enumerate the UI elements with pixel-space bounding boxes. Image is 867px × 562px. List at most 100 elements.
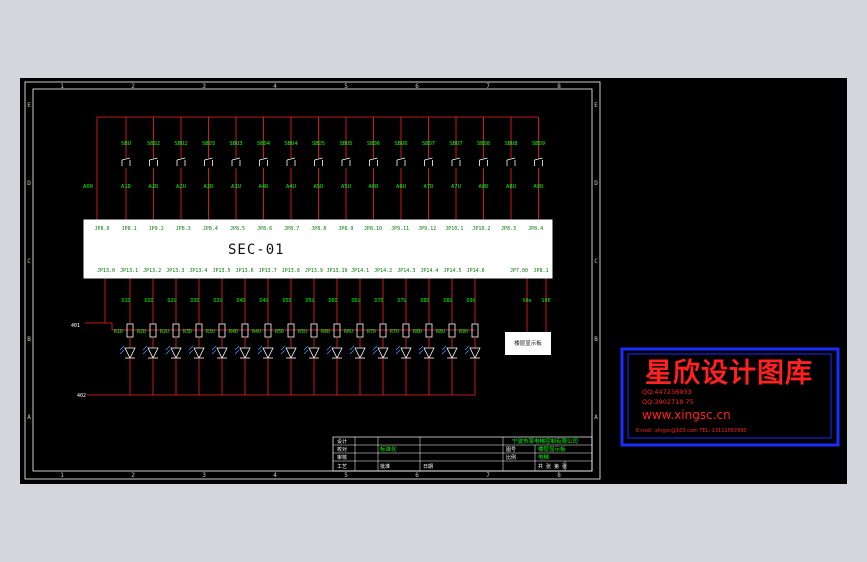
zone-top-3: 4 [273, 83, 277, 90]
button-label-0: SBU [121, 141, 131, 147]
resistor-label-11: R7D [367, 329, 376, 335]
bus-label-401: 401 [71, 323, 80, 329]
zone-bottom-3: 4 [273, 472, 277, 479]
zone-top-6: 7 [486, 83, 490, 90]
bottom-pin-1: JP13.1 [120, 268, 138, 274]
bottom-pin-10: JP13.10 [326, 268, 347, 274]
zone-top-1: 2 [131, 83, 135, 90]
zone-top-0: 1 [60, 83, 64, 90]
bottom-pin-3: JP13.3 [166, 268, 184, 274]
zone-left-0: E [27, 102, 31, 109]
top-pin-0: JP8.0 [94, 226, 109, 232]
title-cell-review: 审核 [337, 454, 347, 461]
button-label-2: SBU2 [174, 141, 187, 147]
contact-label-2: A2D [149, 184, 159, 190]
bottom-pin-17: JP7.00 [510, 268, 528, 274]
bottom-pin-9: JP13.9 [305, 268, 323, 274]
zone-left-2: C [27, 258, 31, 265]
zone-top-4: 5 [344, 83, 348, 90]
zone-right-2: C [594, 258, 598, 265]
zone-bottom-4: 5 [344, 472, 348, 479]
output-label-11: D7D [374, 298, 383, 304]
bottom-pin-12: JP14.2 [374, 268, 392, 274]
display-board-label: 楼层显示板 [514, 339, 542, 347]
bottom-pin-0: JP13.0 [97, 268, 115, 274]
title-cell-design: 设计 [337, 438, 347, 445]
zone-top-7: 8 [557, 83, 561, 90]
top-pin-3: JP8.3 [176, 226, 191, 232]
resistor-label-1: R2D [137, 329, 146, 335]
resistor-label-8: R5U [298, 329, 307, 335]
contact-label-9: A5U [341, 184, 351, 190]
output-label-0: D1D [121, 298, 130, 304]
top-pin-8: JP8.8 [311, 226, 326, 232]
contact-label-15: A8U [506, 184, 516, 190]
top-pin-9: JP8.9 [338, 226, 353, 232]
board-label: SEC-01 [228, 242, 285, 258]
top-pin-16: JP8.4 [528, 226, 543, 232]
button-label-1: SBD2 [147, 141, 160, 147]
watermark-qq1: QQ:447236933 [642, 388, 692, 396]
title-cell-standard: 标准化 [380, 445, 397, 453]
title-cell-product: 电梯 [538, 453, 550, 461]
output-label-15: D9U [466, 298, 475, 304]
resistor-label-15: R9U [459, 329, 468, 335]
top-pin-11: JP9.11 [391, 226, 409, 232]
top-pin-1: JP8.1 [122, 226, 137, 232]
output-label-6: D4U [259, 298, 268, 304]
button-label-9: SBD6 [367, 141, 380, 147]
top-pin-14: JP10.2 [472, 226, 490, 232]
output-label-12: D7U [397, 298, 406, 304]
top-pin-7: JP8.7 [284, 226, 299, 232]
zone-right-3: B [594, 336, 598, 343]
contact-label-3: A2U [176, 184, 186, 190]
zone-bottom-5: 6 [415, 472, 419, 479]
resistor-label-13: R8D [413, 329, 422, 335]
zone-left-1: D [27, 180, 31, 187]
button-label-5: SBD4 [257, 141, 271, 147]
top-pin-5: JP8.5 [230, 226, 245, 232]
zone-bottom-7: 8 [557, 472, 561, 479]
top-pin-6: JP8.6 [257, 226, 272, 232]
button-label-13: SBD8 [477, 141, 490, 147]
button-label-11: SBD7 [422, 141, 435, 147]
bottom-pin-14: JP14.4 [420, 268, 438, 274]
button-label-4: SBU3 [229, 141, 242, 147]
top-pin-10: JP8.10 [364, 226, 382, 232]
output-label-2: D2U [167, 298, 176, 304]
zone-bottom-6: 7 [486, 472, 490, 479]
bottom-pin-8: JP13.8 [282, 268, 300, 274]
output-label-4: D3U [213, 298, 222, 304]
resistor-label-2: R2U [160, 329, 169, 335]
resistor-label-6: R4U [252, 329, 261, 335]
resistor-label-14: R8U [436, 329, 445, 335]
resistor-label-10: R6U [344, 329, 353, 335]
contact-label-16: A9D [534, 184, 544, 190]
resistor-label-4: R3U [206, 329, 215, 335]
bottom-pin-15: JP14.5 [443, 268, 461, 274]
output-label-7: D5D [282, 298, 291, 304]
button-label-12: SBU7 [449, 141, 462, 147]
bottom-pin-7: JP13.7 [259, 268, 277, 274]
contact-label-6: A4D [259, 184, 269, 190]
top-pin-4: JP8.4 [203, 226, 218, 232]
watermark-website: www.xingsc.cn [642, 408, 731, 422]
contact-label-8: A5D [314, 184, 324, 190]
output-label-10: D6U [351, 298, 360, 304]
contact-label-13: A7U [451, 184, 461, 190]
resistor-label-0: R1D [114, 329, 123, 335]
output-label-3: D3D [190, 298, 199, 304]
output-label-14: D8U [443, 298, 452, 304]
title-cell-date: 日期 [423, 464, 433, 470]
button-label-7: SBD5 [312, 141, 325, 147]
top-pin-13: JP10.1 [445, 226, 463, 232]
zone-bottom-1: 2 [131, 472, 135, 479]
zone-right-4: A [594, 414, 598, 421]
bottom-pin-5: JP13.5 [212, 268, 230, 274]
zone-left-3: B [27, 336, 31, 343]
title-cell-check: 校对 [337, 446, 347, 453]
output-label-5: D4D [236, 298, 245, 304]
title-cell-drawing-no: 图号 [506, 447, 516, 453]
zone-bottom-2: 3 [202, 472, 206, 479]
output-label-8: D5U [305, 298, 314, 304]
